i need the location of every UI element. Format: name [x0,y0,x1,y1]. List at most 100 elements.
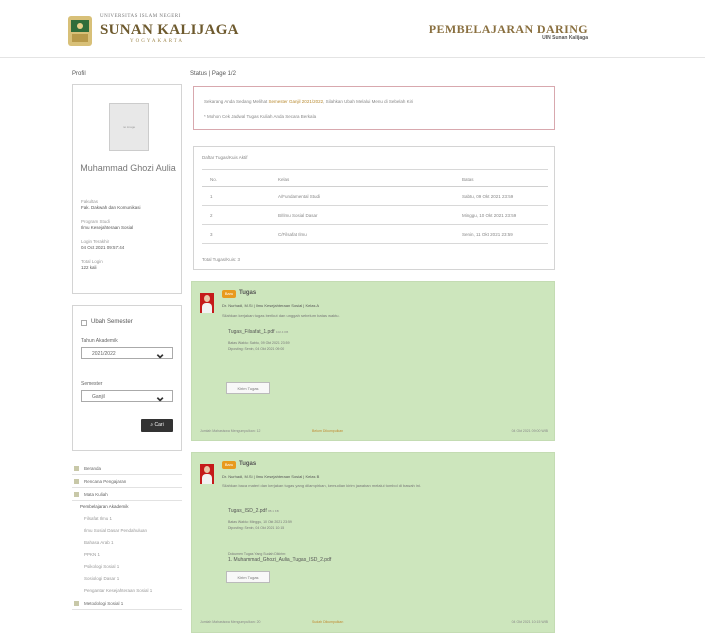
menu-item-label: Mata Kuliah [84,492,108,497]
menu-item-rencana-pengajaran[interactable]: Rencana Pengajaran [72,475,182,488]
university-subtitle: UNIVERSITAS ISLAM NEGERI [100,14,181,19]
profile-field: Program Studi Ilmu Kesejahteraan Sosial [81,219,181,231]
avatar-placeholder-text: no image [122,125,136,129]
column-header: Kelas [278,177,290,182]
menu-item-label: Bahasa Arab 1 [84,540,114,545]
attachment-link[interactable]: Tugas_ISD_2.pdf 88.1 KB [228,508,279,514]
table-cell: C/Filsafat Ilmu [278,232,307,237]
sidebar-menu: Beranda Rencana Pengajaran Mata Kuliah P… [72,462,182,610]
menu-item-course[interactable]: Ilmu Sosial Dasar Pendahuluan [72,525,182,537]
attachment-link[interactable]: Tugas_Filsafat_1.pdf 102.4 KB [228,329,288,335]
menu-bullet-icon [74,601,79,606]
menu-item-course[interactable]: Pengantar Kesejahteraan Sosial 1 [72,585,182,597]
profile-field-value: 122 kali [81,265,97,270]
post-submission-count: Jumlah Mahasiswa Mengumpulkan: 20 [200,620,261,624]
table-row[interactable]: 2 B/Ilmu Sosial Dasar Minggu, 10 Okt 202… [202,206,548,225]
chevron-down-icon: ⌄ [154,388,166,404]
alert-message: Sekarang Anda Sedang Melihat Semester Ga… [204,99,413,104]
search-button[interactable]: ⌕ Cari [141,419,173,432]
alert-semester-highlight: Semester Ganjil 2021/2022 [268,99,324,104]
site-header: UNIVERSITAS ISLAM NEGERI SUNAN KALIJAGA … [0,0,705,58]
attachment-name: Tugas_ISD_2.pdf [228,508,267,514]
menu-subheading: Pembelajaran Akademik [72,501,182,513]
menu-item-course[interactable]: Sosiologi Dasar 1 [72,573,182,585]
post-submission-count: Jumlah Mahasiswa Mengumpulkan: 12 [200,429,261,433]
post-status: Belum Dikumpulkan [312,429,344,433]
menu-item-label: PPKN 1 [84,552,101,557]
alert-text: , Silahkan Ubah Melalui Menu di Sebelah … [323,99,414,104]
attachment-name: Tugas_Filsafat_1.pdf [228,329,275,335]
table-cell: A/Fundamental Studi [278,194,321,199]
table-row[interactable]: 3 C/Filsafat Ilmu Senin, 11 Okt 2021 23:… [202,225,548,244]
avatar: no image [109,103,149,151]
site-subtitle: UIN Sunan Kalijaga [542,35,588,41]
column-header: Batas [462,177,474,182]
active-tasks-title: Daftar Tugas/Kuis Aktif [202,155,248,160]
chevron-down-icon: ⌄ [154,345,166,361]
menu-item-metodologi[interactable]: Metodologi Sosial 1 [72,597,182,610]
active-tasks-panel: Daftar Tugas/Kuis Aktif No. Kelas Batas … [193,146,555,270]
menu-item-course[interactable]: Bahasa Arab 1 [72,537,182,549]
table-cell: 3 [210,232,213,237]
semester-filter-card: Ubah Semester Tahun Akademik 2021/2022 ⌄… [72,305,182,451]
tahun-akademik-label: Tahun Akademik [81,338,118,344]
post-description: Silahkan kerjakan tugas berikut dan ungg… [222,313,340,318]
profile-name: Muhammad Ghozi Aulia [80,163,176,173]
profile-field-value: Ilmu Kesejahteraan Sosial [81,225,134,230]
menu-item-label: Ilmu Sosial Dasar Pendahuluan [84,528,148,533]
table-cell: Senin, 11 Okt 2021 23:59 [462,232,513,237]
menu-item-label: Metodologi Sosial 1 [84,601,124,606]
table-row[interactable]: 1 A/Fundamental Studi Sabtu, 09 Okt 2021… [202,187,548,206]
task-post: Baru Tugas Dr. Nurhadi, M.Si | Ilmu Kese… [191,281,555,441]
post-timestamp: 04 Okt 2021 09:00 WIB [511,429,548,433]
breadcrumb: Status | Page 1/2 [190,71,236,77]
post-author: Dr. Nurhadi, M.Si | Ilmu Kesejahteraan S… [222,303,320,308]
profile-card: no image Muhammad Ghozi Aulia Fakultas F… [72,84,182,294]
table-cell: B/Ilmu Sosial Dasar [278,213,318,218]
semester-label: Semester [81,381,103,387]
university-logo-icon [68,16,92,46]
new-badge: Baru [222,290,236,298]
attachment-size: 88.1 KB [268,509,279,513]
table-cell: 2 [210,213,213,218]
profile-field: Login Terakhir 04 Oct 2021 09:57:44 [81,239,181,251]
menu-item-course[interactable]: PPKN 1 [72,549,182,561]
post-timestamp: 04 Okt 2021 10:15 WIB [511,620,548,624]
active-tasks-total: Total Tugas/Kuis: 3 [202,257,241,262]
semester-select[interactable]: Ganjil ⌄ [81,388,173,404]
change-semester-checkbox[interactable] [81,320,87,326]
menu-item-label: Pembelajaran Akademik [80,504,129,509]
university-name: SUNAN KALIJAGA [100,22,239,38]
semester-value: Ganjil [92,394,105,400]
submit-task-button[interactable]: Kirim Tugas [226,571,270,583]
menu-item-course[interactable]: Filsafat Ilmu 1 [72,513,182,525]
post-author: Dr. Nurhadi, M.Si | Ilmu Kesejahteraan S… [222,474,320,479]
menu-item-label: Filsafat Ilmu 1 [84,516,113,521]
menu-item-course[interactable]: Psikologi Sosial 1 [72,561,182,573]
menu-item-label: Sosiologi Dasar 1 [84,576,120,581]
table-cell: Sabtu, 09 Okt 2021 23:59 [462,194,514,199]
menu-item-label: Rencana Pengajaran [84,479,127,484]
alert-text: Sekarang Anda Sedang Melihat [204,99,269,104]
lecturer-avatar [200,464,214,484]
search-icon: ⌕ [150,422,154,428]
menu-item-label: Psikologi Sosial 1 [84,564,120,569]
active-tasks-table: No. Kelas Batas 1 A/Fundamental Studi Sa… [202,169,548,244]
submitted-file-link[interactable]: 1. Muhammad_Ghozi_Aulia_Tugas_ISD_2.pdf [228,557,331,563]
profile-field-value: 04 Oct 2021 09:57:44 [81,245,125,250]
tahun-akademik-select[interactable]: 2021/2022 ⌄ [81,345,173,361]
post-date: Diposting: Senin, 04 Okt 2021 09:00 [228,347,285,351]
profile-field: Fakultas Fak. Dakwah dan Komunikasi [81,199,181,211]
semester-alert: Sekarang Anda Sedang Melihat Semester Ga… [193,86,555,130]
post-date: Diposting: Senin, 04 Okt 2021 10:15 [228,526,285,530]
submit-task-button[interactable]: Kirim Tugas [226,382,270,394]
post-type: Tugas [239,290,257,296]
post-description: Silahkan baca materi dan kerjakan tugas … [222,483,421,488]
menu-item-beranda[interactable]: Beranda [72,462,182,475]
profile-section-title: Profil [72,71,86,77]
change-semester-label: Ubah Semester [91,319,133,325]
menu-item-mata-kuliah[interactable]: Mata Kuliah [72,488,182,501]
search-button-label: Cari [154,422,164,428]
column-header: No. [210,177,218,182]
menu-item-label: Pengantar Kesejahteraan Sosial 1 [84,588,153,593]
